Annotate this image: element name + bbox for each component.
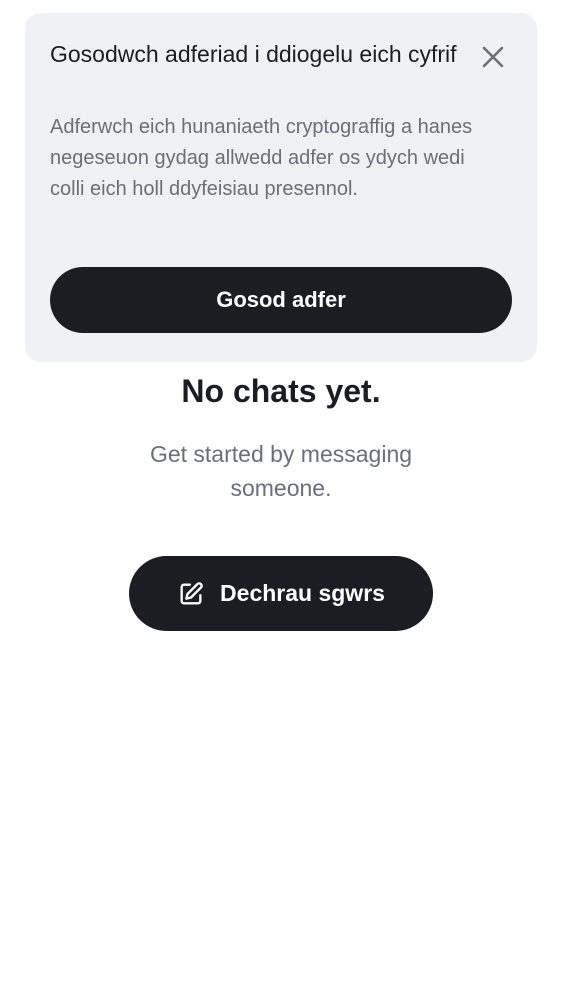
close-icon [482,46,504,68]
compose-icon [177,580,205,608]
start-chat-button[interactable]: Dechrau sgwrs [129,556,433,631]
start-chat-label: Dechrau sgwrs [220,580,385,606]
banner-title: Gosodwch adferiad i ddiogelu eich cyfrif [50,41,457,67]
empty-state-subtitle: Get started by messaging someone. [149,441,413,501]
banner-close-button[interactable] [475,39,511,75]
banner-description: Adferwch eich hunaniaeth cryptograffig a… [50,116,473,200]
set-up-recovery-button[interactable]: Gosod adfer [50,267,512,333]
recovery-banner: Gosodwch adferiad i ddiogelu eich cyfrif… [25,13,537,362]
empty-state-title: No chats yet. [181,373,381,409]
